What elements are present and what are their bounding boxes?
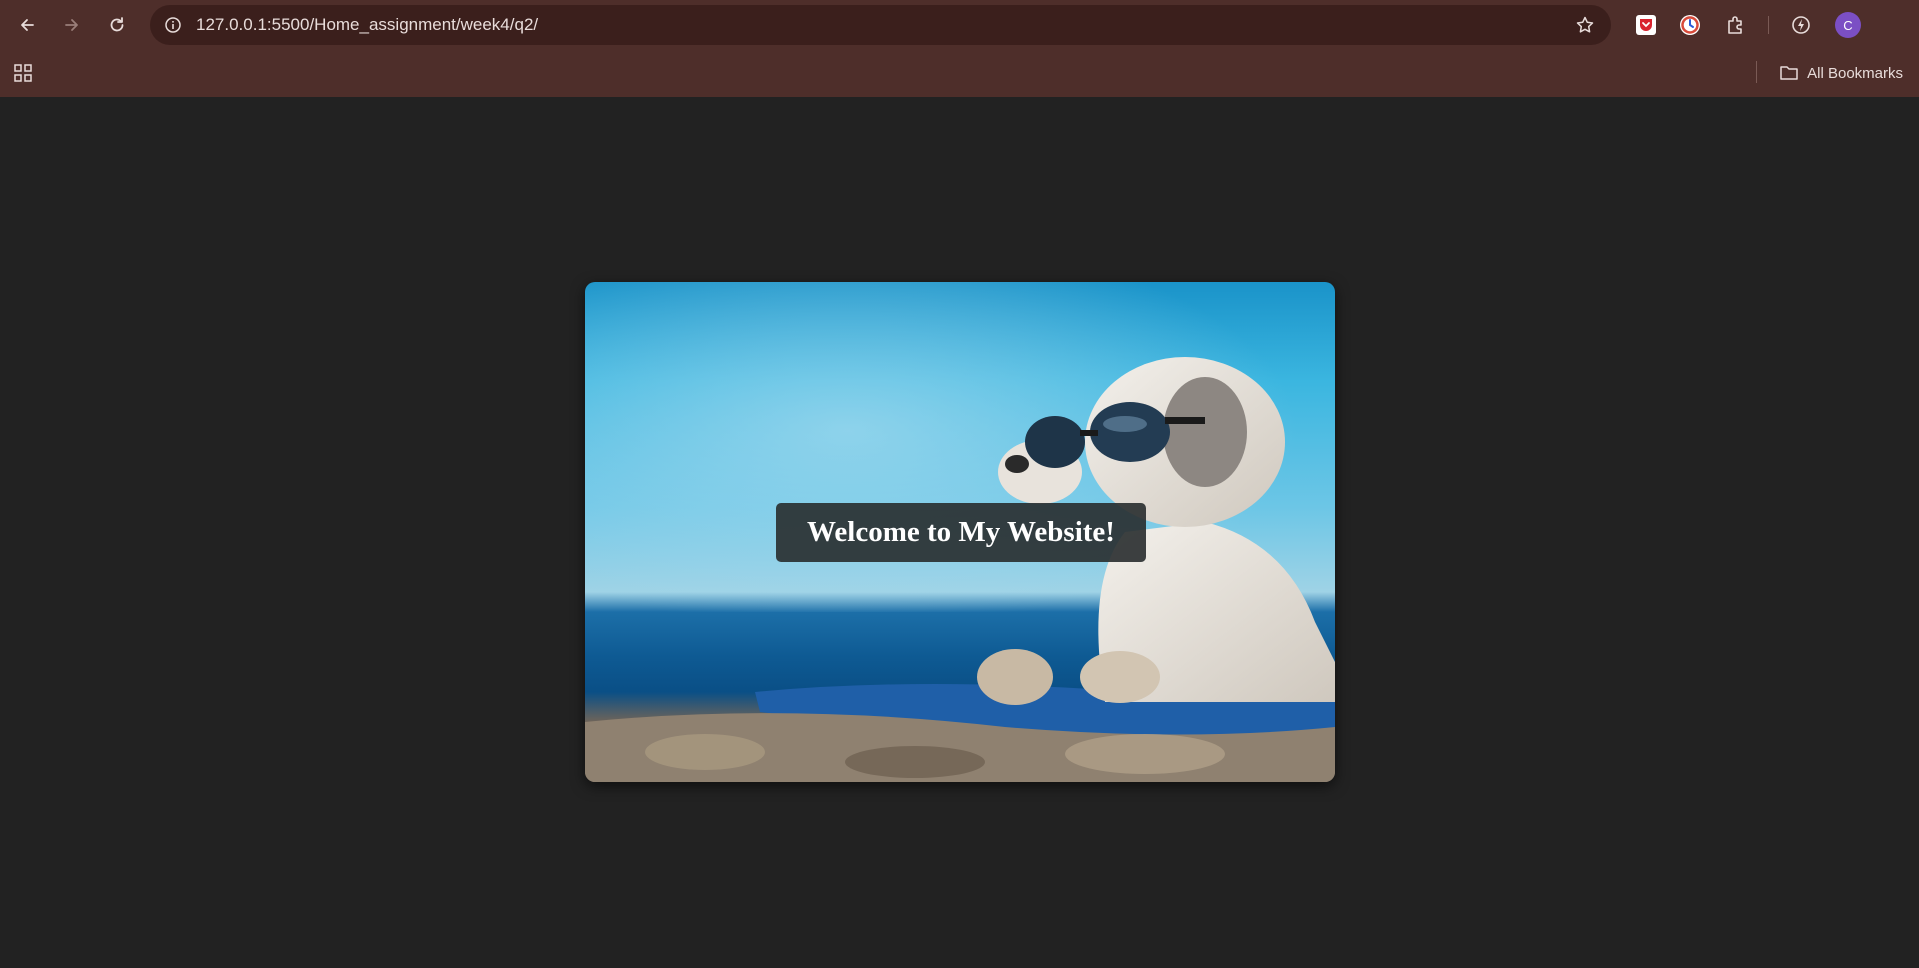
star-icon [1576,16,1594,33]
arrow-right-icon [65,19,78,31]
profile-avatar[interactable]: C [1835,12,1861,38]
clock-extension-button[interactable] [1677,12,1703,38]
info-icon [165,17,181,33]
reload-button[interactable] [102,10,132,40]
arrow-left-icon [21,19,34,31]
performance-button[interactable] [1788,12,1814,38]
puzzle-icon [1728,16,1742,34]
folder-icon [1780,66,1798,80]
page-viewport: Welcome to My Website! [0,97,1919,968]
all-bookmarks-label: All Bookmarks [1807,64,1903,82]
forward-button[interactable] [57,10,87,40]
address-bar[interactable]: 127.0.0.1:5500/Home_assignment/week4/q2/ [150,5,1611,45]
clock-icon [1680,15,1700,35]
bookmarks-bar: All Bookmarks [0,49,1919,97]
reload-icon [110,17,124,32]
apps-button[interactable] [10,60,36,86]
browser-toolbar: 127.0.0.1:5500/Home_assignment/week4/q2/ [0,0,1919,49]
back-button[interactable] [12,10,42,40]
url-text[interactable]: 127.0.0.1:5500/Home_assignment/week4/q2/ [196,5,538,45]
all-bookmarks-button[interactable]: All Bookmarks [1779,60,1903,86]
toolbar-divider [1768,16,1769,34]
extensions-button[interactable] [1723,12,1749,38]
bookmarks-divider [1756,61,1757,83]
apps-grid-icon [14,64,32,82]
hero-image-card: Welcome to My Website! [585,282,1335,782]
pocket-extension-button[interactable] [1633,12,1659,38]
pocket-icon [1636,15,1656,35]
bookmark-star-button[interactable] [1573,13,1597,37]
bolt-icon [1792,16,1810,34]
welcome-heading: Welcome to My Website! [776,503,1146,562]
site-info-button[interactable] [160,12,186,38]
